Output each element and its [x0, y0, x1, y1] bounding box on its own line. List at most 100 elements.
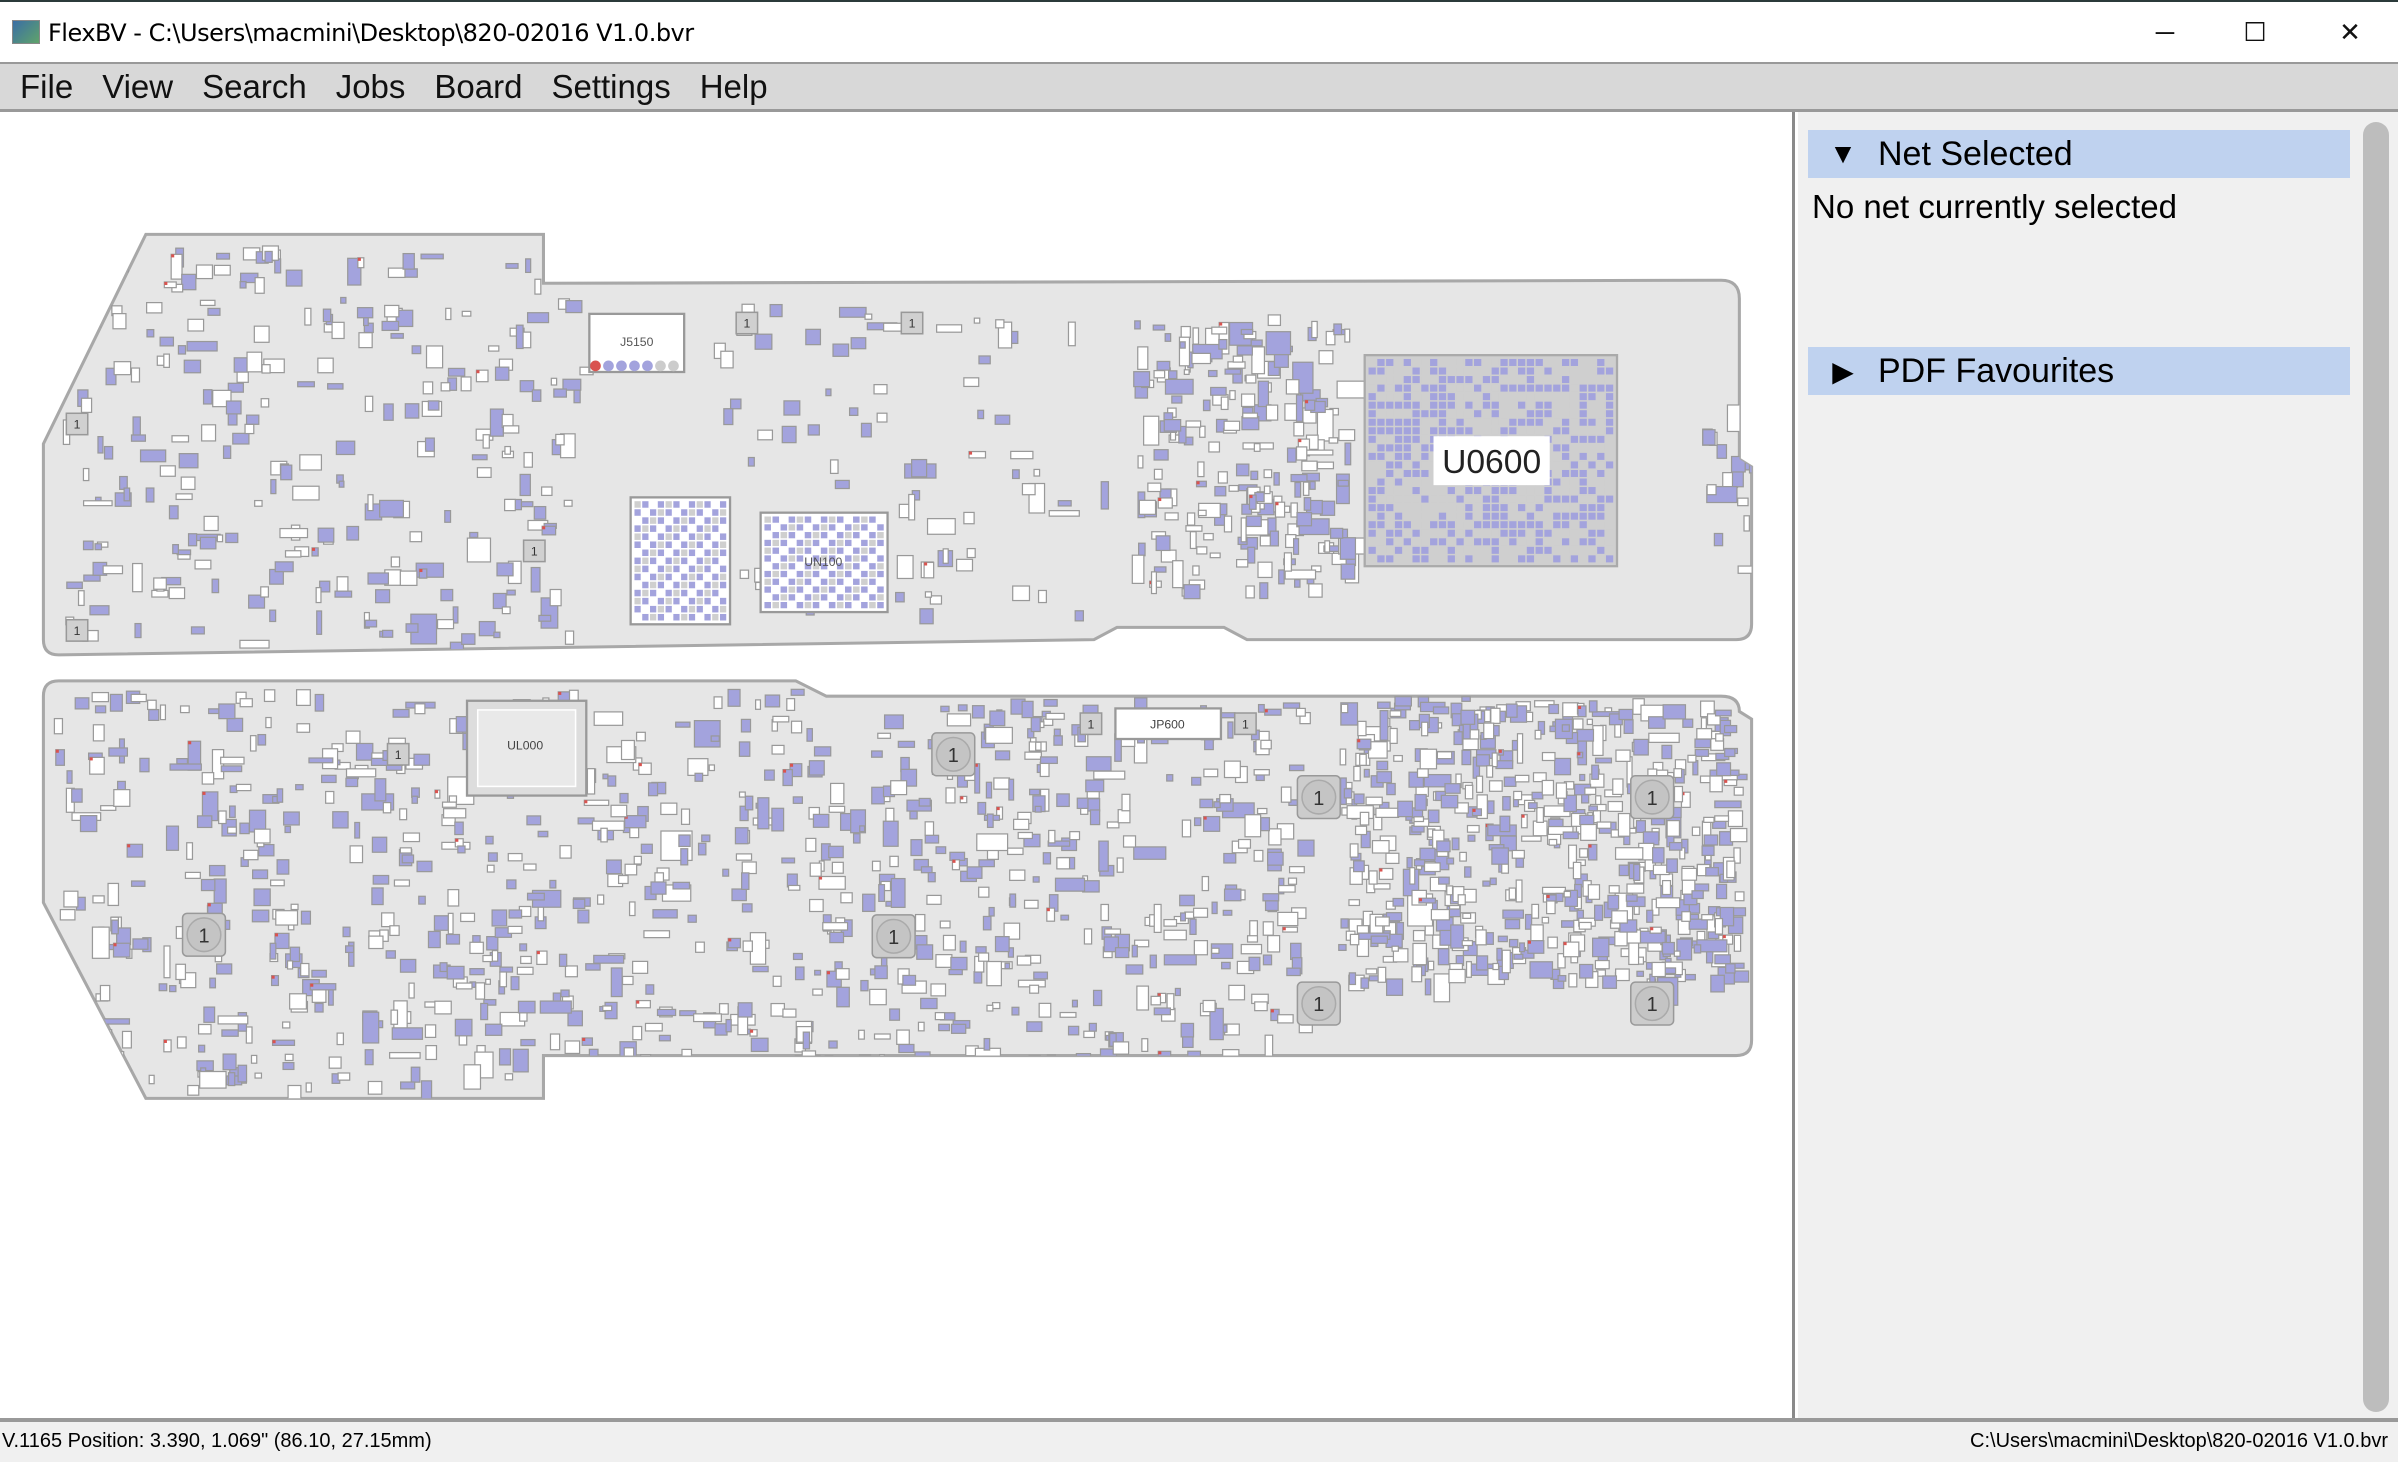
- smd-component: [797, 1080, 807, 1089]
- smd-component: [1191, 352, 1212, 365]
- net-selected-header[interactable]: ▼ Net Selected: [1808, 130, 2350, 178]
- smd-component: [220, 765, 243, 773]
- bga-ball: [1526, 410, 1535, 418]
- smd-component: [1511, 849, 1525, 859]
- maximize-button[interactable]: ☐: [2220, 10, 2290, 54]
- bga-ball: [673, 605, 680, 613]
- component-ul000[interactable]: UL000: [465, 699, 588, 797]
- menu-board[interactable]: Board: [422, 68, 539, 106]
- smd-component: [1218, 338, 1228, 350]
- smd-component: [1021, 700, 1034, 719]
- smd-component: [635, 731, 646, 742]
- bga-ball: [1579, 401, 1587, 409]
- smd-component: [381, 320, 400, 332]
- bga-ball: [1368, 401, 1376, 409]
- smd-component: [332, 811, 349, 829]
- bga-ball: [719, 541, 727, 548]
- smd-component: [769, 303, 783, 318]
- smd-component: [1419, 748, 1438, 770]
- bga-ball: [764, 602, 771, 609]
- bga-ball: [1605, 487, 1614, 495]
- smd-component: [92, 895, 105, 904]
- pad-label: 1: [1242, 717, 1249, 731]
- bga-ball: [1553, 512, 1561, 520]
- smd-component: [1219, 712, 1236, 719]
- smd-component: [973, 317, 981, 324]
- bga-ball: [1526, 521, 1535, 529]
- component-j5150[interactable]: J5150: [588, 312, 686, 374]
- component-u0600[interactable]: U0600: [1363, 354, 1619, 568]
- bga-ball: [1518, 495, 1526, 503]
- bga-ball: [1491, 546, 1499, 554]
- pin1-marker: [1521, 814, 1525, 818]
- smd-component: [870, 750, 883, 758]
- bga-ball: [696, 605, 703, 613]
- pin1-marker: [419, 568, 423, 573]
- bga-ball: [877, 594, 884, 601]
- smd-component: [629, 827, 640, 839]
- menu-jobs[interactable]: Jobs: [324, 68, 423, 106]
- bga-ball: [1579, 376, 1587, 384]
- bga-ball: [1500, 384, 1508, 392]
- bga-ball: [712, 589, 719, 597]
- bga-ball: [1447, 384, 1455, 392]
- smd-component: [560, 989, 570, 998]
- smd-component: [1294, 481, 1302, 498]
- menu-settings[interactable]: Settings: [539, 68, 687, 106]
- bga-ball: [642, 501, 649, 508]
- smd-component: [1265, 404, 1279, 421]
- menu-search[interactable]: Search: [190, 68, 324, 106]
- close-button[interactable]: ✕: [2315, 10, 2385, 54]
- smd-component: [1211, 326, 1228, 335]
- connector-pin: [629, 360, 640, 372]
- component-un100[interactable]: UN100: [759, 511, 889, 614]
- smd-component: [859, 825, 866, 833]
- menu-view[interactable]: View: [90, 68, 190, 106]
- bga-ball: [1500, 418, 1508, 426]
- pin1-marker: [127, 844, 131, 848]
- bga-ball: [1588, 461, 1596, 469]
- bga-ball: [681, 517, 688, 524]
- bga-ball: [1535, 504, 1543, 512]
- bga-ball: [796, 563, 804, 570]
- bga-ball: [1570, 538, 1579, 546]
- component-jp600[interactable]: JP600: [1114, 707, 1223, 741]
- menu-help[interactable]: Help: [688, 68, 785, 106]
- board-canvas[interactable]: J5150 UN100 U0600 UL000 JP600 1111111 11…: [0, 112, 1795, 1418]
- bga-ball: [1553, 521, 1561, 529]
- bga-ball: [665, 613, 672, 621]
- smd-component: [754, 333, 773, 350]
- bga-ball: [788, 594, 796, 601]
- bga-ball: [1465, 401, 1473, 409]
- smd-component: [693, 1013, 722, 1023]
- smd-component: [1714, 815, 1730, 822]
- bga-ball: [1597, 410, 1605, 418]
- bga-ball: [1588, 418, 1596, 426]
- smd-component: [1147, 482, 1162, 493]
- smd-component: [216, 534, 224, 543]
- smd-component: [145, 487, 155, 503]
- smd-component: [1083, 1030, 1096, 1039]
- panel-scrollbar[interactable]: [2363, 122, 2389, 1412]
- bga-ball: [1403, 469, 1411, 477]
- smd-component: [199, 299, 216, 307]
- bga-ball: [665, 501, 672, 508]
- component-bga-left[interactable]: [629, 496, 732, 626]
- smd-component: [1607, 800, 1624, 812]
- bga-ball: [869, 594, 876, 601]
- pdf-favourites-header[interactable]: ▶ PDF Favourites: [1808, 347, 2350, 395]
- smd-component: [346, 525, 360, 541]
- bga-ball: [1553, 495, 1561, 503]
- bga-ball: [1474, 384, 1482, 392]
- smd-component: [1541, 886, 1566, 895]
- menu-file[interactable]: File: [8, 68, 90, 106]
- bga-ball: [804, 594, 812, 601]
- smd-component: [82, 467, 90, 482]
- bga-ball: [820, 539, 828, 547]
- smd-component: [265, 716, 272, 729]
- bga-ball: [634, 597, 641, 605]
- net-selected-title: Net Selected: [1878, 134, 2073, 173]
- smd-component: [309, 983, 337, 991]
- minimize-button[interactable]: ─: [2130, 10, 2200, 54]
- board-view[interactable]: J5150 UN100 U0600 UL000 JP600 1 11 11 11 11…: [0, 112, 1795, 1418]
